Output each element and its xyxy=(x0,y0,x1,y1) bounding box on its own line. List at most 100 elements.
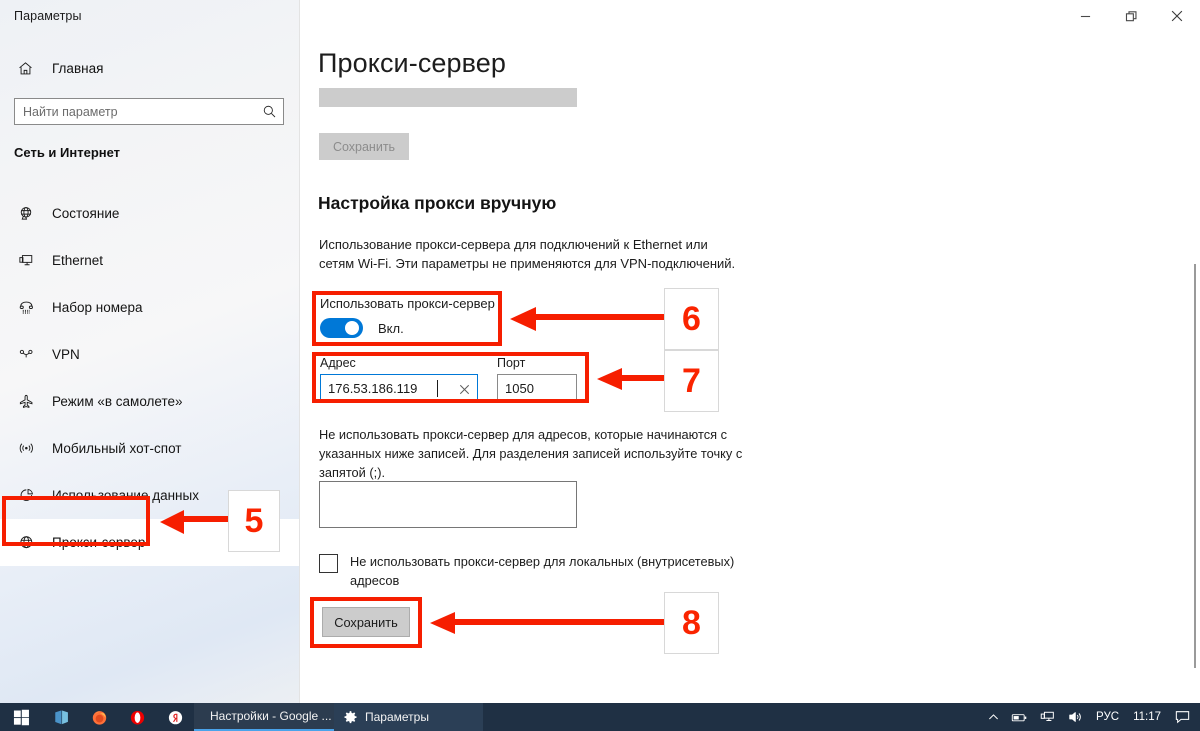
use-proxy-toggle-group: Использовать прокси-сервер Вкл. xyxy=(320,296,510,338)
sidebar-item-vpn[interactable]: VPN xyxy=(0,331,299,378)
yandex-browser-icon xyxy=(168,710,182,724)
taskbar-task-label: Настройки - Google ... xyxy=(210,709,332,723)
sidebar-item-home[interactable]: Главная xyxy=(0,52,299,84)
address-input[interactable] xyxy=(321,376,454,400)
minimize-button[interactable] xyxy=(1062,0,1108,32)
sidebar-item-label: Мобильный хот-спот xyxy=(52,441,182,456)
window-controls xyxy=(1062,0,1200,32)
tray-expand-button[interactable] xyxy=(982,703,1005,731)
taskbar-firefox-icon[interactable] xyxy=(80,703,118,731)
window-title: Параметры xyxy=(14,9,82,23)
sidebar-item-status[interactable]: Состояние xyxy=(0,190,299,237)
tray-clock[interactable]: 11:17 xyxy=(1125,703,1169,731)
system-tray: РУС 11:17 xyxy=(982,703,1200,731)
close-button[interactable] xyxy=(1154,0,1200,32)
title-bar: Параметры xyxy=(0,0,1200,32)
exceptions-input[interactable] xyxy=(319,481,577,528)
use-proxy-toggle-row: Вкл. xyxy=(320,318,510,338)
address-label: Адрес xyxy=(320,356,356,370)
restore-icon xyxy=(1125,10,1137,21)
sidebar-item-proxy[interactable]: Прокси-сервер xyxy=(0,519,299,566)
vpn-icon xyxy=(14,346,38,363)
phone-icon xyxy=(14,299,38,316)
volume-icon xyxy=(1069,712,1081,722)
taskbar: Настройки - Google ... Параметры РУС 11:… xyxy=(0,703,1200,731)
taskbar-store-icon[interactable] xyxy=(42,703,80,731)
globe-icon xyxy=(14,534,38,551)
sidebar-item-data-usage[interactable]: Использование данных xyxy=(0,472,299,519)
taskbar-yandex-icon[interactable] xyxy=(156,703,194,731)
monitor-icon xyxy=(14,252,38,269)
sidebar-item-mobile-hotspot[interactable]: Мобильный хот-спот xyxy=(0,425,299,472)
home-icon xyxy=(14,60,36,77)
taskbar-task-label: Параметры xyxy=(365,710,429,724)
port-label: Порт xyxy=(497,356,526,370)
sidebar-item-label: Режим «в самолете» xyxy=(52,394,183,409)
sidebar-item-ethernet[interactable]: Ethernet xyxy=(0,237,299,284)
tray-volume-icon[interactable] xyxy=(1062,703,1090,731)
tray-network-icon[interactable] xyxy=(1034,703,1062,731)
search-box[interactable] xyxy=(14,98,284,125)
content-scrollbar[interactable] xyxy=(1188,0,1200,703)
port-input-wrap[interactable] xyxy=(497,374,577,402)
scrollbar-thumb[interactable] xyxy=(1194,264,1196,668)
manual-setup-description: Использование прокси-сервера для подключ… xyxy=(319,237,736,271)
taskbar-opera-icon[interactable] xyxy=(118,703,156,731)
save-button-bottom[interactable]: Сохранить xyxy=(322,607,410,637)
action-center-button[interactable] xyxy=(1169,703,1196,731)
network-icon xyxy=(1040,711,1054,721)
search-icon[interactable] xyxy=(256,104,283,119)
taskbar-task-chrome[interactable]: Настройки - Google ... xyxy=(194,703,334,731)
sidebar-nav-list: Состояние Ethernet Набор номера VPN Режи… xyxy=(0,190,299,566)
toggle-knob xyxy=(345,321,359,335)
sidebar-item-dialup[interactable]: Набор номера xyxy=(0,284,299,331)
local-bypass-row[interactable]: Не использовать прокси-сервер для локаль… xyxy=(319,553,749,590)
close-icon xyxy=(1171,10,1183,22)
tray-battery-icon[interactable] xyxy=(1005,703,1034,731)
sidebar-category-label: Сеть и Интернет xyxy=(14,145,121,160)
sidebar-item-label: Состояние xyxy=(52,206,120,221)
firefox-icon xyxy=(92,710,106,725)
address-input-wrap[interactable] xyxy=(320,374,478,402)
loading-placeholder-bar xyxy=(319,88,577,107)
exceptions-description: Не использовать прокси-сервер для адресо… xyxy=(319,427,743,481)
sidebar-item-label: Ethernet xyxy=(52,253,104,268)
use-proxy-label: Использовать прокси-сервер xyxy=(320,296,495,311)
settings-gear-icon xyxy=(344,710,357,723)
port-field-group: Порт xyxy=(497,356,577,402)
use-proxy-toggle[interactable] xyxy=(320,318,363,338)
chart-pie-icon xyxy=(14,487,38,504)
clear-icon[interactable] xyxy=(459,382,470,400)
port-input[interactable] xyxy=(498,376,576,400)
toggle-state-label: Вкл. xyxy=(378,320,404,336)
sidebar-item-label: VPN xyxy=(52,347,80,362)
action-center-icon xyxy=(1175,711,1190,724)
airplane-icon xyxy=(14,393,38,410)
start-button[interactable] xyxy=(0,703,42,731)
chevron-up-icon xyxy=(989,713,999,719)
save-button-top[interactable]: Сохранить xyxy=(319,133,409,160)
text-caret xyxy=(437,380,438,397)
address-field-group: Адрес xyxy=(320,356,478,402)
sidebar-item-label: Набор номера xyxy=(52,300,143,315)
settings-window: Главная Сеть и Интернет xyxy=(0,0,1200,703)
tray-language-indicator[interactable]: РУС xyxy=(1090,703,1125,731)
windows-start-icon xyxy=(13,709,29,725)
globe-icon xyxy=(14,205,38,222)
local-bypass-checkbox[interactable] xyxy=(319,554,338,573)
search-input[interactable] xyxy=(15,99,256,124)
sidebar-item-label: Прокси-сервер xyxy=(52,535,146,550)
sidebar-item-airplane-mode[interactable]: Режим «в самолете» xyxy=(0,378,299,425)
sidebar: Главная Сеть и Интернет xyxy=(0,0,300,703)
minimize-icon xyxy=(1080,15,1090,17)
sidebar-item-label: Использование данных xyxy=(52,488,199,503)
sidebar-home-label: Главная xyxy=(52,60,104,76)
store-icon xyxy=(54,709,68,724)
local-bypass-label: Не использовать прокси-сервер для локаль… xyxy=(350,554,735,588)
hotspot-icon xyxy=(14,440,38,457)
restore-button[interactable] xyxy=(1108,0,1154,32)
battery-icon xyxy=(1011,713,1027,721)
taskbar-task-settings[interactable]: Параметры xyxy=(334,703,483,731)
opera-icon xyxy=(130,710,144,724)
page-title: Прокси-сервер xyxy=(318,48,507,78)
